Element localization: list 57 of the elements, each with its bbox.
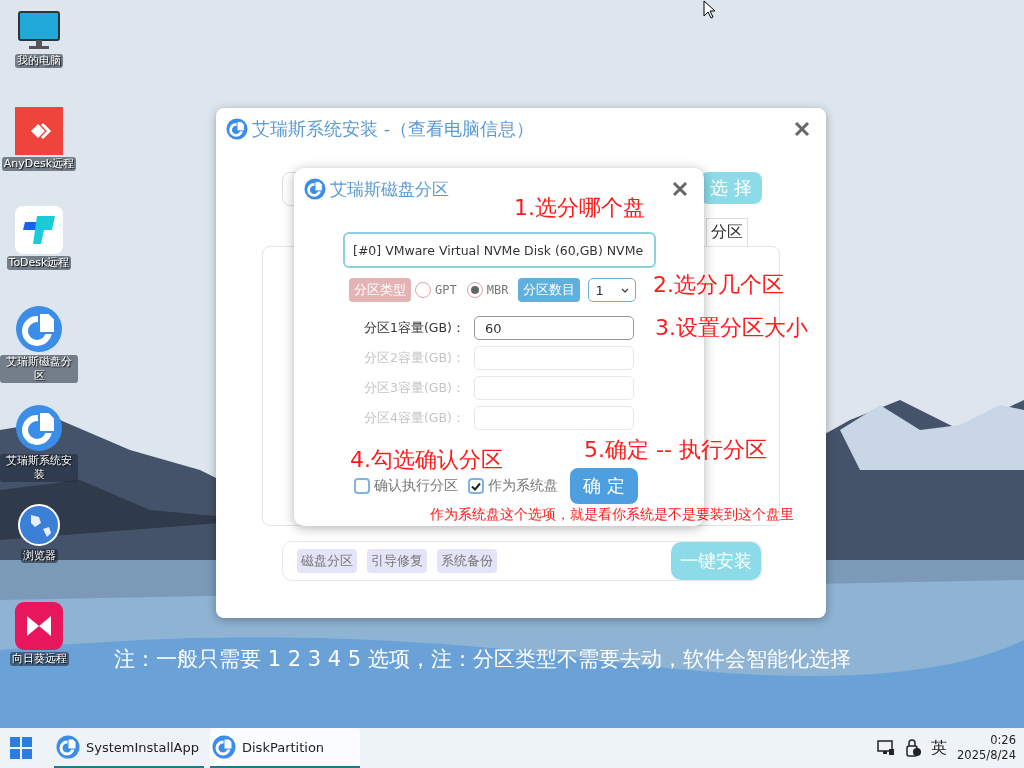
taskbar-app[interactable]: SystemInstallApp xyxy=(54,728,204,768)
capacity-label: 分区3容量(GB)： xyxy=(364,379,466,397)
capacity-label: 分区1容量(GB)： xyxy=(364,319,466,337)
tool-link[interactable]: 引导修复 xyxy=(367,549,427,573)
annotation-step: 5.确定 -- 执行分区 xyxy=(584,435,767,465)
footer-note: 注：一般只需要 1 2 3 4 5 选项，注：分区类型不需要去动，软件会智能化选择 xyxy=(114,646,851,673)
taskbar-app[interactable]: DiskPartition xyxy=(210,728,360,768)
caret-icon xyxy=(621,287,630,293)
globe-icon[interactable] xyxy=(17,503,61,547)
sunlogin-icon[interactable] xyxy=(15,602,63,650)
checkbox[interactable] xyxy=(468,478,484,494)
capacity-label: 分区2容量(GB)： xyxy=(364,349,466,367)
app-logo-icon xyxy=(15,404,63,452)
tool-link[interactable]: 磁盘分区 xyxy=(297,549,357,573)
monitor-icon[interactable] xyxy=(17,8,61,52)
app-logo-icon xyxy=(15,305,63,353)
tab[interactable]: 分区 xyxy=(706,218,748,246)
checkbox-label: 确认执行分区 xyxy=(374,477,458,495)
count-select[interactable]: 1 xyxy=(588,278,637,302)
desktop-icon-label[interactable]: 艾瑞斯磁盘分区 xyxy=(0,355,78,383)
desktop-icon-label[interactable]: 艾瑞斯系统安装 xyxy=(0,454,78,482)
capacity-label: 分区4容量(GB)： xyxy=(364,409,466,427)
disk-select[interactable]: [#0] VMware Virtual NVMe Disk (60,GB) NVMe xyxy=(343,232,656,268)
desktop-icon-label[interactable]: ToDesk远程 xyxy=(6,256,72,270)
annotation-step: 3.设置分区大小 xyxy=(655,313,808,343)
close-button[interactable] xyxy=(792,119,812,139)
cursor-icon xyxy=(703,0,717,20)
close-button[interactable] xyxy=(670,179,690,199)
partition-type-label: 分区类型 xyxy=(349,278,411,302)
annotation-step: 2.选分几个区 xyxy=(653,270,784,300)
app-logo-icon xyxy=(56,735,80,759)
anydesk-icon[interactable] xyxy=(15,107,63,155)
checkbox-label: 作为系统盘 xyxy=(488,477,558,495)
lock-icon[interactable] xyxy=(905,739,922,757)
desktop-icon-label[interactable]: AnyDesk远程 xyxy=(1,157,77,171)
annotation-step: 1.选分哪个盘 xyxy=(514,193,645,223)
desktop-icon-label[interactable]: 我的电脑 xyxy=(15,54,63,68)
app-logo-icon xyxy=(212,735,236,759)
radio-label: MBR xyxy=(486,283,509,297)
annotation-note: 作为系统盘这个选项，就是看你系统是不是要装到这个盘里 xyxy=(430,506,794,524)
app-logo-icon xyxy=(226,118,248,140)
app-logo-icon xyxy=(304,178,326,200)
partition-count-label: 分区数目 xyxy=(518,278,581,302)
window-title: 艾瑞斯系统安装 -（查看电脑信息） xyxy=(252,117,536,141)
todesk-icon[interactable] xyxy=(15,206,63,254)
network-icon[interactable] xyxy=(877,740,896,756)
ime-indicator[interactable]: 英 xyxy=(931,737,948,759)
capacity-input[interactable]: 60 xyxy=(474,316,634,340)
radio-label: GPT xyxy=(435,283,457,297)
tool-link[interactable]: 系统备份 xyxy=(437,549,497,573)
desktop-icon-label[interactable]: 向日葵远程 xyxy=(9,652,69,666)
annotation-step: 4.勾选确认分区 xyxy=(350,445,503,475)
desktop-icon-label[interactable]: 浏览器 xyxy=(20,549,58,563)
dialog-title: 艾瑞斯磁盘分区 xyxy=(330,177,450,201)
checkbox[interactable] xyxy=(354,478,370,494)
start-icon[interactable] xyxy=(10,737,32,759)
clock[interactable]: 0:26 2025/8/24 xyxy=(957,733,1016,763)
